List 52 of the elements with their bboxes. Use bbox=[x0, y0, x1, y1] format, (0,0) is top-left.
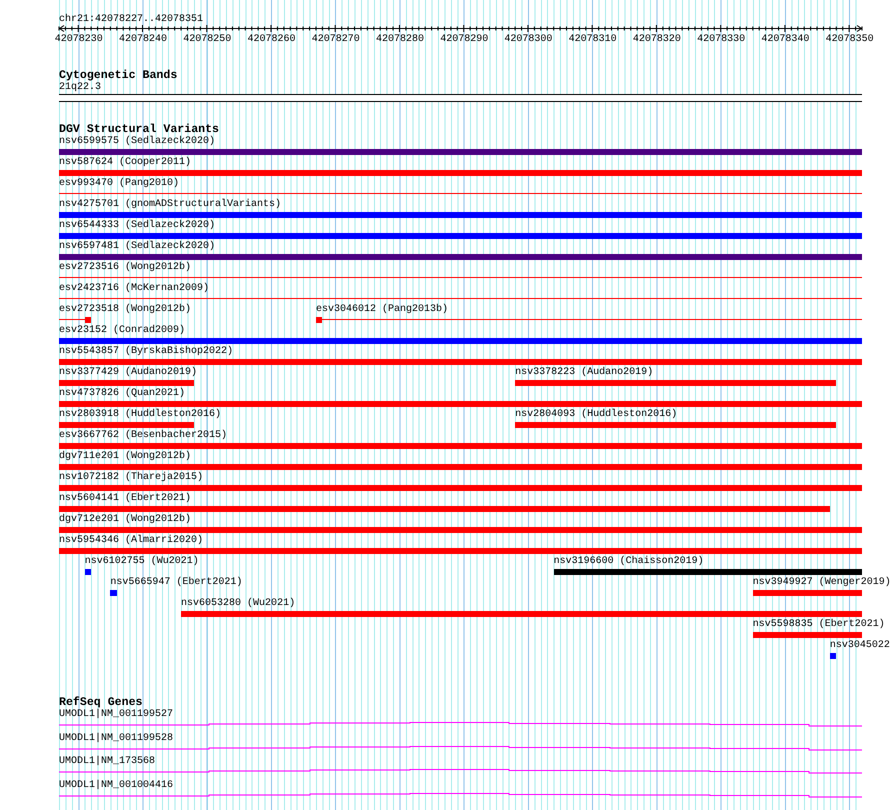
variant-label: nsv1072182 (Thareja2015) bbox=[59, 472, 204, 483]
band-label: 21q22.3 bbox=[59, 82, 102, 93]
tick-label: 42078260 bbox=[247, 34, 296, 45]
variant-label: nsv3377429 (Audano2019) bbox=[59, 367, 198, 378]
variant-label: nsv6599575 (Sedlazeck2020) bbox=[59, 136, 216, 147]
track-heading: DGV Structural Variants bbox=[59, 123, 220, 136]
variant-label: nsv2804093 (Huddleston2016) bbox=[515, 409, 678, 420]
variant-label: esv2723518 (Wong2012b) bbox=[59, 304, 192, 315]
variant-label: dgv712e201 (Wong2012b) bbox=[59, 514, 192, 525]
variant-label: nsv6544333 (Sedlazeck2020) bbox=[59, 220, 216, 231]
variant-label: nsv5598835 (Ebert2021) bbox=[752, 619, 885, 630]
track-heading: RefSeq Genes bbox=[59, 696, 142, 709]
variant-label: nsv6597481 (Sedlazeck2020) bbox=[59, 241, 216, 252]
tick-label: 42078240 bbox=[119, 34, 167, 45]
variant-label: nsv3196600 (Chaisson2019) bbox=[554, 556, 704, 567]
variant-label: nsv5604141 (Ebert2021) bbox=[59, 493, 192, 504]
tick-label: 42078320 bbox=[632, 34, 681, 45]
variant-label: nsv3045022 bbox=[830, 640, 890, 651]
tick-label: 42078270 bbox=[312, 34, 360, 45]
transcript-label: UMODL1|NM_001199527 bbox=[59, 709, 174, 720]
tick-label: 42078290 bbox=[440, 34, 488, 45]
tick-label: 42078350 bbox=[826, 34, 874, 45]
variant-label: dgv711e201 (Wong2012b) bbox=[59, 451, 192, 462]
tick-label: 42078330 bbox=[697, 34, 746, 45]
locus-title: chr21:42078227..42078351 bbox=[59, 14, 204, 25]
variant-label: nsv5543857 (ByrskaBishop2022) bbox=[59, 346, 234, 357]
variant-label: esv3667762 (Besenbacher2015) bbox=[59, 430, 228, 441]
variant-label: nsv3949927 (Wenger2019) bbox=[752, 577, 890, 588]
variant-label: nsv3378223 (Audano2019) bbox=[515, 367, 654, 378]
transcript-label: UMODL1|NM_173568 bbox=[59, 756, 156, 767]
variant-label: nsv587624 (Cooper2011) bbox=[59, 157, 192, 168]
tick-label: 42078340 bbox=[761, 34, 810, 45]
variant-label: esv2723516 (Wong2012b) bbox=[59, 262, 192, 273]
tick-label: 42078230 bbox=[54, 34, 103, 45]
variant-label: nsv5954346 (Almarri2020) bbox=[59, 535, 204, 546]
variant-label: esv2423716 (McKernan2009) bbox=[59, 283, 210, 294]
tick-label: 42078300 bbox=[504, 34, 552, 45]
variant-label: nsv6102755 (Wu2021) bbox=[84, 556, 199, 567]
tick-label: 42078310 bbox=[568, 34, 617, 45]
variant-label: nsv4737826 (Quan2021) bbox=[59, 388, 186, 399]
transcript-label: UMODL1|NM_001004416 bbox=[59, 780, 174, 790]
variant-label: nsv2803918 (Huddleston2016) bbox=[59, 409, 222, 420]
variant-label: nsv6053280 (Wu2021) bbox=[181, 598, 296, 609]
variant-label: nsv4275701 (gnomADStructuralVariants) bbox=[59, 199, 282, 210]
variant-label: nsv5665947 (Ebert2021) bbox=[110, 577, 242, 588]
tick-label: 42078250 bbox=[183, 34, 232, 45]
variant-label: esv3046012 (Pang2013b) bbox=[316, 304, 448, 315]
track-heading: Cytogenetic Bands bbox=[59, 69, 178, 82]
variant-label: esv993470 (Pang2010) bbox=[59, 178, 180, 189]
transcript-label: UMODL1|NM_001199528 bbox=[59, 732, 174, 744]
tick-label: 42078280 bbox=[376, 34, 424, 45]
variant-label: esv23152 (Conrad2009) bbox=[59, 325, 186, 336]
